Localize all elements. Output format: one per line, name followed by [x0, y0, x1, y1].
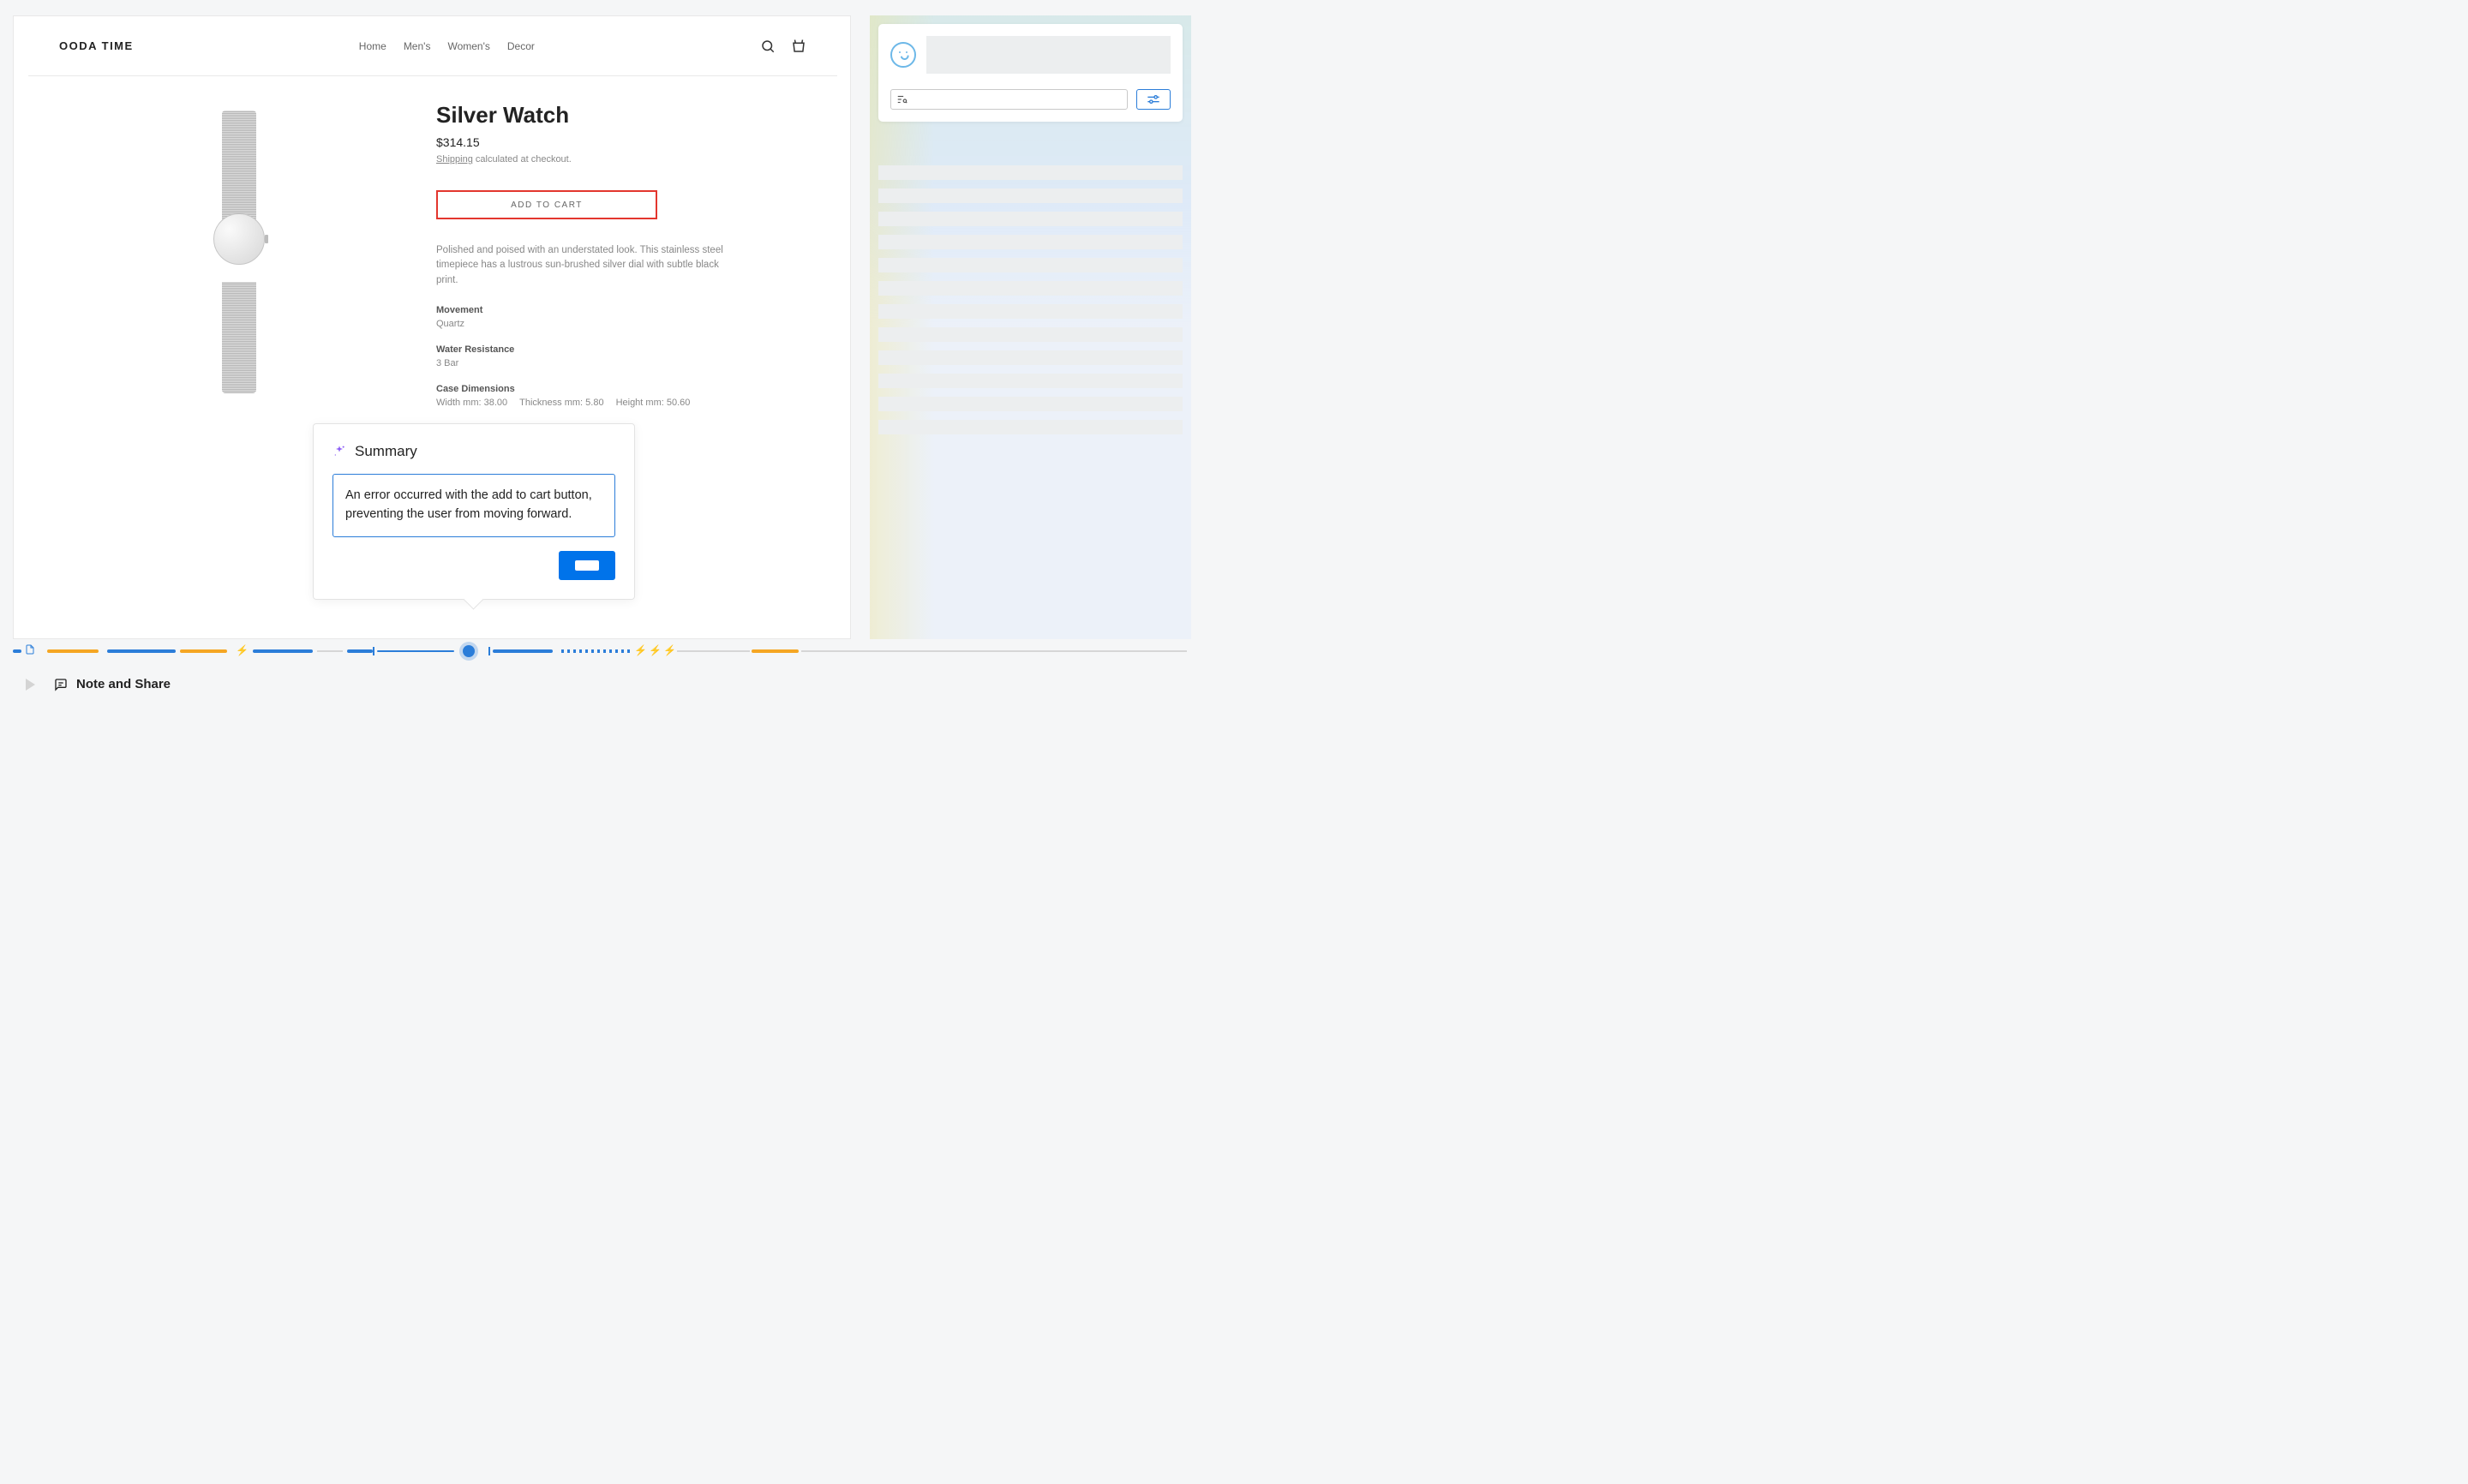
nav-home[interactable]: Home: [359, 40, 386, 52]
note-and-share-button[interactable]: Note and Share: [54, 677, 171, 691]
add-to-cart-button[interactable]: ADD TO CART: [436, 190, 657, 219]
product-price: $314.15: [436, 135, 806, 149]
watch-illustration: [213, 111, 265, 393]
store-header: OODA TIME Home Men's Women's Decor: [28, 16, 837, 76]
skeleton-row: [878, 350, 1183, 365]
nav-womens[interactable]: Women's: [447, 40, 489, 52]
cart-icon[interactable]: [791, 39, 806, 54]
skeleton-row: [878, 281, 1183, 296]
dim-thickness: Thickness mm: 5.80: [519, 398, 603, 408]
shipping-text: calculated at checkout.: [473, 154, 572, 165]
skeleton-row: [878, 374, 1183, 388]
nav-decor[interactable]: Decor: [507, 40, 535, 52]
main-nav: Home Men's Women's Decor: [359, 40, 535, 52]
skeleton-row: [878, 304, 1183, 319]
shipping-link[interactable]: Shipping: [436, 154, 473, 165]
dim-width: Width mm: 38.00: [436, 398, 507, 408]
product-details: Silver Watch $314.15 Shipping calculated…: [419, 102, 806, 408]
wr-label: Water Resistance: [436, 344, 806, 355]
note-share-label: Note and Share: [76, 677, 171, 691]
timeline-tick[interactable]: [373, 647, 374, 655]
skeleton-row: [878, 188, 1183, 203]
dim-height: Height mm: 50.60: [616, 398, 691, 408]
brand-logo[interactable]: OODA TIME: [59, 39, 134, 52]
summary-action-button[interactable]: [559, 551, 615, 580]
shipping-line: Shipping calculated at checkout.: [436, 154, 806, 165]
event-bolt-icon[interactable]: ⚡: [634, 644, 647, 656]
product-image: [59, 102, 419, 408]
sidebar-panel: [870, 15, 1191, 639]
timeline-tick[interactable]: [488, 647, 490, 655]
note-icon: [54, 678, 68, 691]
skeleton-row: [878, 235, 1183, 249]
nav-mens[interactable]: Men's: [404, 40, 431, 52]
filter-search-input[interactable]: [890, 89, 1128, 110]
product-description: Polished and poised with an understated …: [436, 243, 728, 288]
timeline-playhead[interactable]: [463, 645, 475, 657]
smiley-icon: [890, 42, 916, 68]
page-marker-icon[interactable]: [25, 643, 35, 658]
dims-row: Width mm: 38.00 Thickness mm: 5.80 Heigh…: [436, 398, 806, 408]
event-bolt-icon[interactable]: ⚡: [236, 644, 249, 656]
list-search-icon: [896, 93, 908, 105]
session-timeline[interactable]: ⚡ ⚡ ⚡ ⚡: [13, 646, 1191, 656]
product-area: Silver Watch $314.15 Shipping calculated…: [28, 76, 837, 408]
event-bolt-icon[interactable]: ⚡: [649, 644, 662, 656]
sidebar-card: [878, 24, 1183, 122]
summary-text[interactable]: An error occurred with the add to cart b…: [332, 474, 615, 537]
bottom-toolbar: Note and Share: [26, 677, 171, 691]
skeleton-row: [878, 327, 1183, 342]
popover-header: Summary: [332, 443, 615, 460]
sliders-icon: [1147, 94, 1160, 105]
skeleton-title: [926, 36, 1171, 74]
event-bolt-icon[interactable]: ⚡: [663, 644, 676, 656]
skeleton-row: [878, 397, 1183, 411]
skeleton-row: [878, 420, 1183, 434]
header-icons: [760, 39, 806, 54]
sparkle-icon: [332, 445, 346, 458]
summary-popover: Summary An error occurred with the add t…: [313, 423, 635, 600]
movement-value: Quartz: [436, 319, 806, 329]
search-icon[interactable]: [760, 39, 776, 54]
popover-title: Summary: [355, 443, 417, 460]
play-button[interactable]: [26, 679, 35, 691]
dims-label: Case Dimensions: [436, 384, 806, 394]
timeline-gap: [561, 649, 630, 653]
movement-label: Movement: [436, 305, 806, 315]
skeleton-row: [878, 165, 1183, 180]
skeleton-row: [878, 258, 1183, 272]
wr-value: 3 Bar: [436, 358, 806, 368]
product-title: Silver Watch: [436, 102, 806, 129]
skeleton-row: [878, 212, 1183, 226]
filter-sliders-button[interactable]: [1136, 89, 1171, 110]
